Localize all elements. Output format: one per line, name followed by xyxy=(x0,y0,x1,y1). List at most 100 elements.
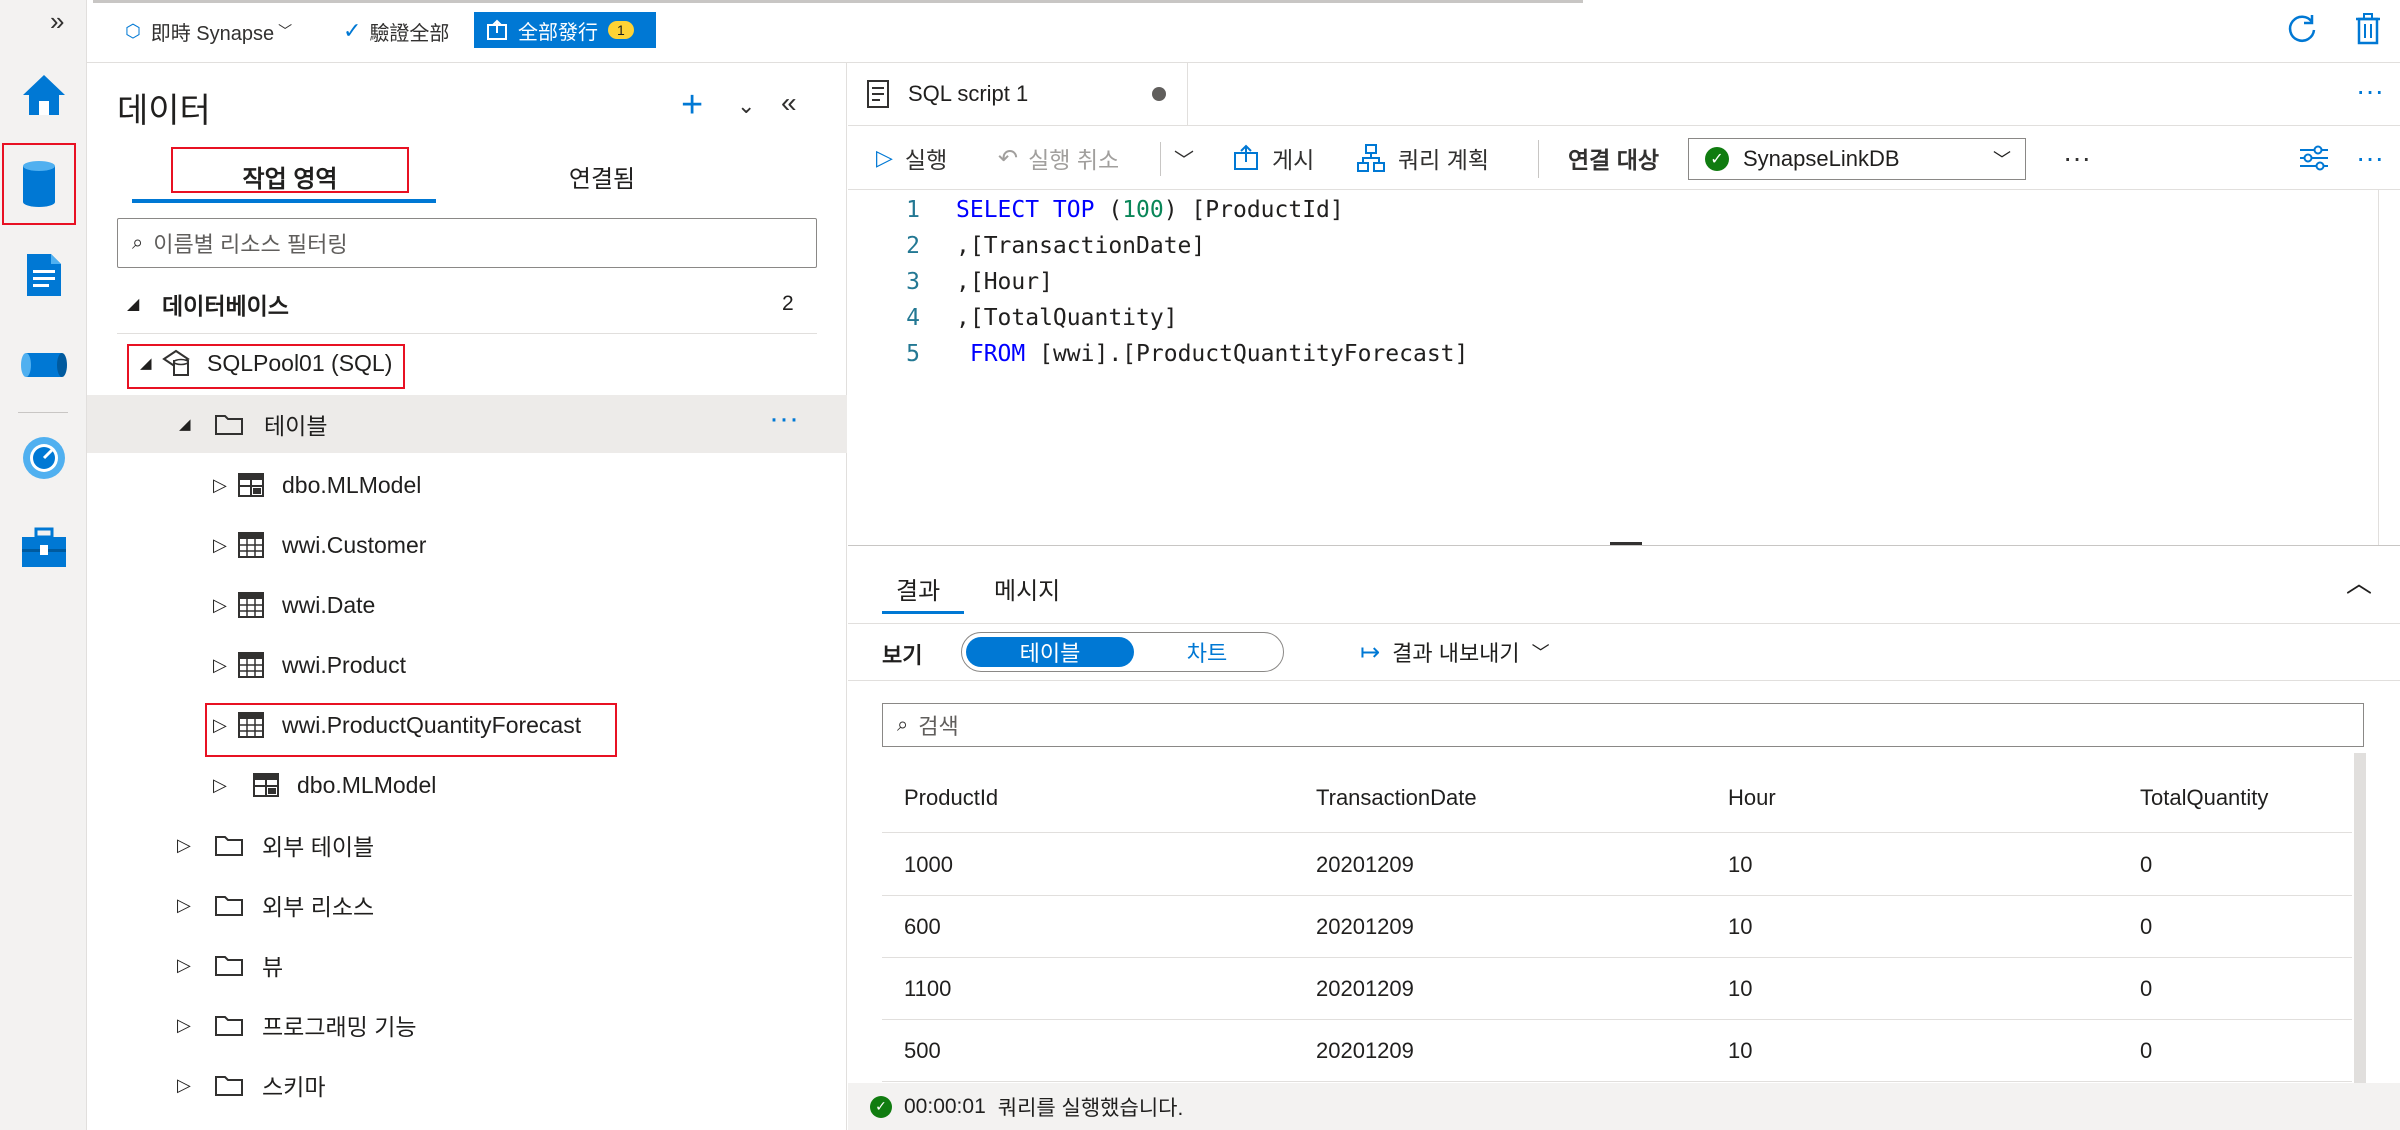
more-options-icon[interactable]: ··· xyxy=(769,404,799,434)
cancel-run-button[interactable]: ↶ 실행 취소 xyxy=(998,126,1119,190)
live-mode-dropdown[interactable]: ⬡ 即時 Synapse ﹀ xyxy=(125,12,292,50)
tab-results-label: 결과 xyxy=(896,577,941,605)
export-results-dropdown[interactable]: ↦ 결과 내보내기 ﹀ xyxy=(1360,636,1550,668)
editor-scrollbar[interactable] xyxy=(2378,190,2400,545)
code-line: 2 ,[TransactionDate] xyxy=(848,228,1205,264)
undo-icon: ↶ xyxy=(998,144,1019,172)
table-node[interactable]: ▷ wwi.Date xyxy=(87,576,847,634)
code-line: 1 SELECT TOP (100) [ProductId] xyxy=(848,192,1344,228)
database-select[interactable]: ✓ SynapseLinkDB ﹀ xyxy=(1688,138,2026,180)
success-check-icon: ✓ xyxy=(1705,147,1729,171)
table-node[interactable]: ▷ wwi.Product xyxy=(87,636,847,694)
add-resource-icon[interactable]: + xyxy=(681,85,703,125)
refresh-button[interactable] xyxy=(2285,12,2319,51)
table-row[interactable]: 600 20201209 10 0 xyxy=(882,896,2352,958)
publish-button[interactable]: 게시 xyxy=(1232,126,1314,190)
folder-node[interactable]: ▷ 외부 테이블 xyxy=(87,816,847,874)
table-cell: 20201209 xyxy=(1316,851,1414,877)
splitter-handle[interactable] xyxy=(1610,542,1642,545)
code-line: 3 ,[Hour] xyxy=(848,264,1053,300)
folder-label: 스키마 xyxy=(262,1074,326,1100)
table-row[interactable]: 500 20201209 10 0 xyxy=(882,1020,2352,1082)
collapse-panel-icon[interactable]: « xyxy=(781,87,797,119)
checkmark-icon: ✓ xyxy=(343,18,362,43)
column-header[interactable]: TotalQuantity xyxy=(2140,767,2268,828)
table-node[interactable]: ▷ dbo.MLModel xyxy=(87,456,847,514)
folder-icon xyxy=(215,1016,243,1036)
table-node[interactable]: ▷ wwi.Customer xyxy=(87,516,847,574)
expand-triangle-icon: ▷ xyxy=(177,954,191,975)
home-hub-button[interactable] xyxy=(0,52,87,138)
toolbox-icon xyxy=(21,527,66,567)
sliders-icon xyxy=(2300,145,2328,171)
tables-folder-label: 테이블 xyxy=(264,413,328,439)
column-header[interactable]: TransactionDate xyxy=(1316,767,1477,828)
code-text: ,[TransactionDate] xyxy=(956,233,1206,259)
data-hub-button[interactable] xyxy=(2,143,76,225)
databases-section-header[interactable]: ◢ 데이터베이스 2 xyxy=(87,275,847,333)
database-icon xyxy=(23,161,55,207)
tab-linked[interactable]: 연결됨 xyxy=(487,149,717,203)
folder-node[interactable]: ▷ 스키마 xyxy=(87,1056,847,1114)
validate-all-button[interactable]: ✓ 驗證全部 xyxy=(343,12,449,50)
code-editor[interactable]: 1 SELECT TOP (100) [ProductId] 2 ,[Trans… xyxy=(848,190,2378,545)
view-toggle[interactable]: 테이블 차트 xyxy=(961,632,1284,672)
chevron-down-icon: ﹀ xyxy=(1174,149,1194,172)
manage-hub-button[interactable] xyxy=(0,505,87,591)
folder-node[interactable]: ▷ 외부 리소스 xyxy=(87,876,847,934)
table-cell: 10 xyxy=(1728,913,1753,939)
section-label: 데이터베이스 xyxy=(162,293,289,319)
filter-resources-input[interactable]: ⌕ 이름별 리소스 필터링 xyxy=(117,218,817,268)
run-button[interactable]: ▷ 실행 xyxy=(876,126,947,190)
line-number: 5 xyxy=(906,341,920,367)
code-text: ,[Hour] xyxy=(956,269,1053,295)
tab-sql-script[interactable]: SQL script 1 xyxy=(848,63,1188,125)
expand-nav-icon[interactable]: » xyxy=(50,6,64,37)
line-number: 2 xyxy=(906,233,920,259)
pane-splitter[interactable] xyxy=(848,545,2400,546)
discard-button[interactable] xyxy=(2353,12,2383,51)
integrate-hub-button[interactable] xyxy=(0,322,87,408)
search-icon: ⌕ xyxy=(132,231,144,254)
table-row[interactable]: 1000 20201209 10 0 xyxy=(882,834,2352,896)
gauge-icon xyxy=(22,437,65,479)
folder-icon xyxy=(215,1076,243,1096)
collapse-results-icon[interactable]: ︿ xyxy=(2346,563,2372,600)
results-scrollbar[interactable] xyxy=(2354,753,2366,1118)
run-options-dropdown[interactable]: ﹀ xyxy=(1174,126,1194,190)
develop-hub-button[interactable] xyxy=(0,232,87,318)
table-cell: 10 xyxy=(1728,851,1753,877)
more-tabs-icon[interactable]: ··· xyxy=(2356,75,2384,107)
column-header[interactable]: Hour xyxy=(1728,767,1776,828)
tab-results[interactable]: 결과 xyxy=(896,561,940,615)
trash-icon xyxy=(2356,13,2380,45)
chevron-down-icon: ﹀ xyxy=(278,23,293,39)
query-plan-button[interactable]: 쿼리 계획 xyxy=(1356,126,1489,190)
folder-node[interactable]: ▷ 뷰 xyxy=(87,936,847,994)
more-actions-icon[interactable]: ··· xyxy=(2063,126,2091,190)
document-icon xyxy=(26,254,61,296)
query-plan-label: 쿼리 계획 xyxy=(1398,147,1490,173)
table-cell: 10 xyxy=(1728,975,1753,1001)
view-chart-option[interactable]: 차트 xyxy=(1134,637,1280,667)
properties-button[interactable] xyxy=(2298,126,2330,190)
table-cell: 20201209 xyxy=(1316,1037,1414,1063)
publish-all-button[interactable]: 全部發行 1 xyxy=(474,12,656,48)
table-node[interactable]: ▷ dbo.MLModel xyxy=(87,756,847,814)
more-options-icon[interactable]: ··· xyxy=(2356,126,2384,190)
collapse-all-icon[interactable]: ⌄ xyxy=(737,93,755,119)
table-cell: 0 xyxy=(2140,851,2153,877)
external-table-icon xyxy=(253,773,279,797)
run-label: 실행 xyxy=(904,147,948,173)
results-search-input[interactable]: ⌕ 검색 xyxy=(882,703,2364,747)
tab-messages[interactable]: 메시지 xyxy=(994,561,1060,615)
table-row[interactable]: 1100 20201209 10 0 xyxy=(882,958,2352,1020)
grid-header-row: ProductId TransactionDate Hour TotalQuan… xyxy=(882,763,2352,833)
status-bar: ✓ 00:00:01 쿼리를 실행했습니다. xyxy=(848,1083,2400,1130)
tables-folder-node[interactable]: ◢ 테이블 ··· xyxy=(87,395,847,453)
view-table-option[interactable]: 테이블 xyxy=(966,637,1134,667)
monitor-hub-button[interactable] xyxy=(0,415,87,501)
table-icon xyxy=(238,592,264,618)
folder-node[interactable]: ▷ 프로그래밍 기능 xyxy=(87,996,847,1054)
column-header[interactable]: ProductId xyxy=(904,767,998,828)
